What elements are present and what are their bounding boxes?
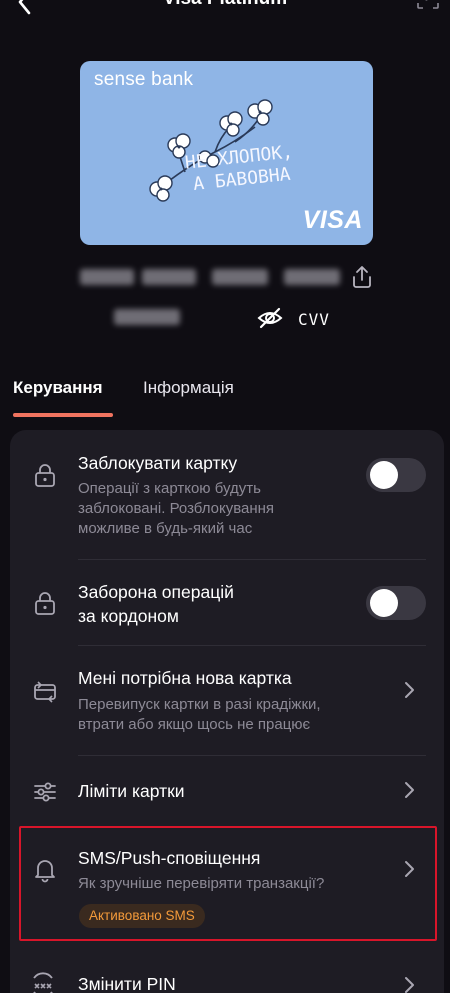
divider — [78, 755, 426, 756]
active-tab-indicator — [13, 413, 113, 417]
visa-logo: VISA — [302, 206, 363, 234]
setting-title: Заборона операцій за кордоном — [78, 582, 234, 626]
eye-slash-icon[interactable] — [256, 306, 284, 330]
qr-code-icon[interactable]: QR — [416, 0, 440, 10]
toggle-knob — [370, 589, 398, 617]
masked-expiry — [114, 305, 374, 331]
tab-information[interactable]: Інформація — [143, 378, 234, 398]
setting-title: Заблокувати картку — [78, 453, 238, 473]
setting-title: Змінити PIN — [78, 974, 176, 993]
setting-title: Мені потрібна нова картка — [78, 668, 292, 688]
share-icon[interactable] — [350, 264, 374, 290]
lock-icon — [35, 464, 55, 487]
sliders-icon — [34, 782, 56, 802]
card-settings-screen: Visa Platinum QR sense bank — [0, 0, 450, 993]
setting-title: SMS/Push-сповіщення — [78, 848, 261, 868]
cvv-label[interactable]: CVV — [298, 310, 330, 329]
toggle-knob — [370, 461, 398, 489]
chevron-right-icon — [405, 682, 414, 698]
setting-title: Ліміти картки — [78, 781, 185, 801]
setting-description: Як зручніше перевіряти транзакції? — [78, 875, 325, 892]
card-reissue-icon — [34, 681, 56, 703]
masked-card-number — [80, 265, 380, 289]
header: Visa Platinum QR — [0, 0, 450, 22]
lock-icon — [35, 592, 55, 615]
block-card-toggle[interactable] — [366, 458, 426, 492]
page-title: Visa Platinum — [0, 0, 450, 10]
status-badge: Активовано SMS — [79, 904, 205, 928]
setting-description: Перевипуск картки в разі крадіжки, втрат… — [78, 696, 321, 733]
chevron-right-icon — [405, 782, 414, 798]
chevron-right-icon — [405, 977, 414, 993]
bank-name: sense bank — [94, 69, 194, 90]
setting-description: Операції з карткою будуть заблоковані. Р… — [78, 480, 275, 537]
abroad-ban-toggle[interactable] — [366, 586, 426, 620]
tab-management[interactable]: Керування — [13, 378, 103, 398]
pin-code-icon — [33, 972, 53, 993]
chevron-right-icon — [405, 861, 414, 877]
qr-label: QR — [422, 0, 434, 1]
bank-card[interactable]: sense bank НЕ ХЛОПОК, А БАВОВНА VISA — [80, 61, 373, 245]
bell-icon — [35, 860, 55, 883]
divider — [78, 559, 426, 560]
divider — [78, 645, 426, 646]
